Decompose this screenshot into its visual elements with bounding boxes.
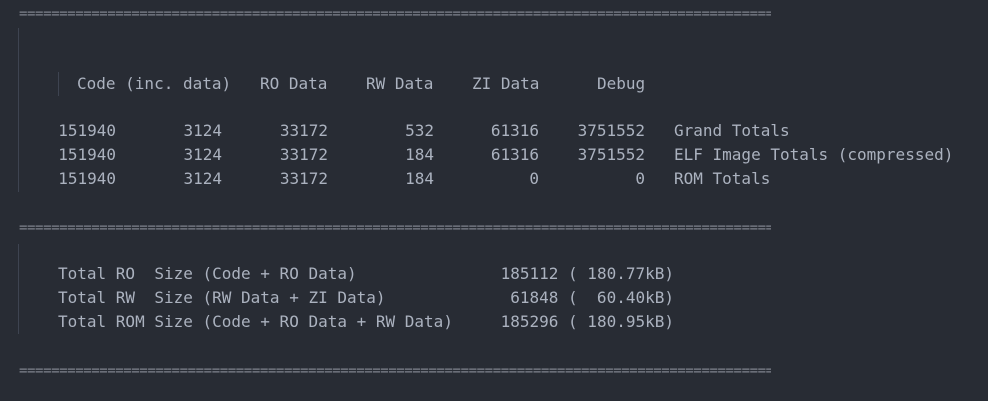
cell-inc-data: 3124 xyxy=(183,169,222,188)
table-row: 151940 3124 33172 532 61316 3751552 Gran… xyxy=(0,119,988,143)
cell-ro-data: 33172 xyxy=(279,121,328,140)
cell-label: Grand Totals xyxy=(674,121,790,140)
summary-value: 61848 ( 60.40kB) xyxy=(510,288,674,307)
cell-label: ELF Image Totals (compressed) xyxy=(674,145,954,164)
cell-label: ROM Totals xyxy=(674,169,771,188)
cell-debug: 0 xyxy=(635,169,645,188)
summary-value: 185296 ( 180.95kB) xyxy=(500,312,674,331)
cell-zi-data: 61316 xyxy=(490,121,539,140)
summary-label: Total RW Size (RW Data + ZI Data) xyxy=(58,288,386,307)
cell-debug: 3751552 xyxy=(577,145,645,164)
summary-label: Total RO Size (Code + RO Data) xyxy=(58,264,357,283)
cell-ro-data: 33172 xyxy=(279,145,328,164)
cell-rw-data: 184 xyxy=(405,169,434,188)
summary-row: Total RW Size (RW Data + ZI Data) 61848 … xyxy=(0,286,988,310)
cell-code: 151940 xyxy=(58,121,116,140)
cell-code: 151940 xyxy=(58,145,116,164)
cell-ro-data: 33172 xyxy=(279,169,328,188)
cell-zi-data: 61316 xyxy=(490,145,539,164)
terminal-output: ========================================… xyxy=(0,0,988,401)
cell-rw-data: 532 xyxy=(405,121,434,140)
header-zi-data: ZI Data xyxy=(472,74,540,93)
table-row: 151940 3124 33172 184 0 0 ROM Totals xyxy=(0,167,988,191)
header-rw-data: RW Data xyxy=(366,74,434,93)
cell-rw-data: 184 xyxy=(405,145,434,164)
summary-label: Total ROM Size (Code + RO Data + RW Data… xyxy=(58,312,453,331)
summary-row: Total ROM Size (Code + RO Data + RW Data… xyxy=(0,310,988,334)
cell-zi-data: 0 xyxy=(529,169,539,188)
separator-line: ========================================… xyxy=(19,6,771,22)
summary-row: Total RO Size (Code + RO Data) 185112 ( … xyxy=(0,262,988,286)
header-code: Code (inc. data) xyxy=(77,74,232,93)
cell-inc-data: 3124 xyxy=(183,145,222,164)
summary-value: 185112 ( 180.77kB) xyxy=(500,264,674,283)
header-ro-data: RO Data xyxy=(260,74,328,93)
cell-code: 151940 xyxy=(58,169,116,188)
column-header-row: Code (inc. data) RO Data RW Data ZI Data… xyxy=(0,72,988,96)
cell-debug: 3751552 xyxy=(577,121,645,140)
header-debug: Debug xyxy=(597,74,646,93)
table-row: 151940 3124 33172 184 61316 3751552 ELF … xyxy=(0,143,988,167)
cell-inc-data: 3124 xyxy=(183,121,222,140)
separator-line: ========================================… xyxy=(19,363,771,379)
separator-line: ========================================… xyxy=(19,220,771,236)
